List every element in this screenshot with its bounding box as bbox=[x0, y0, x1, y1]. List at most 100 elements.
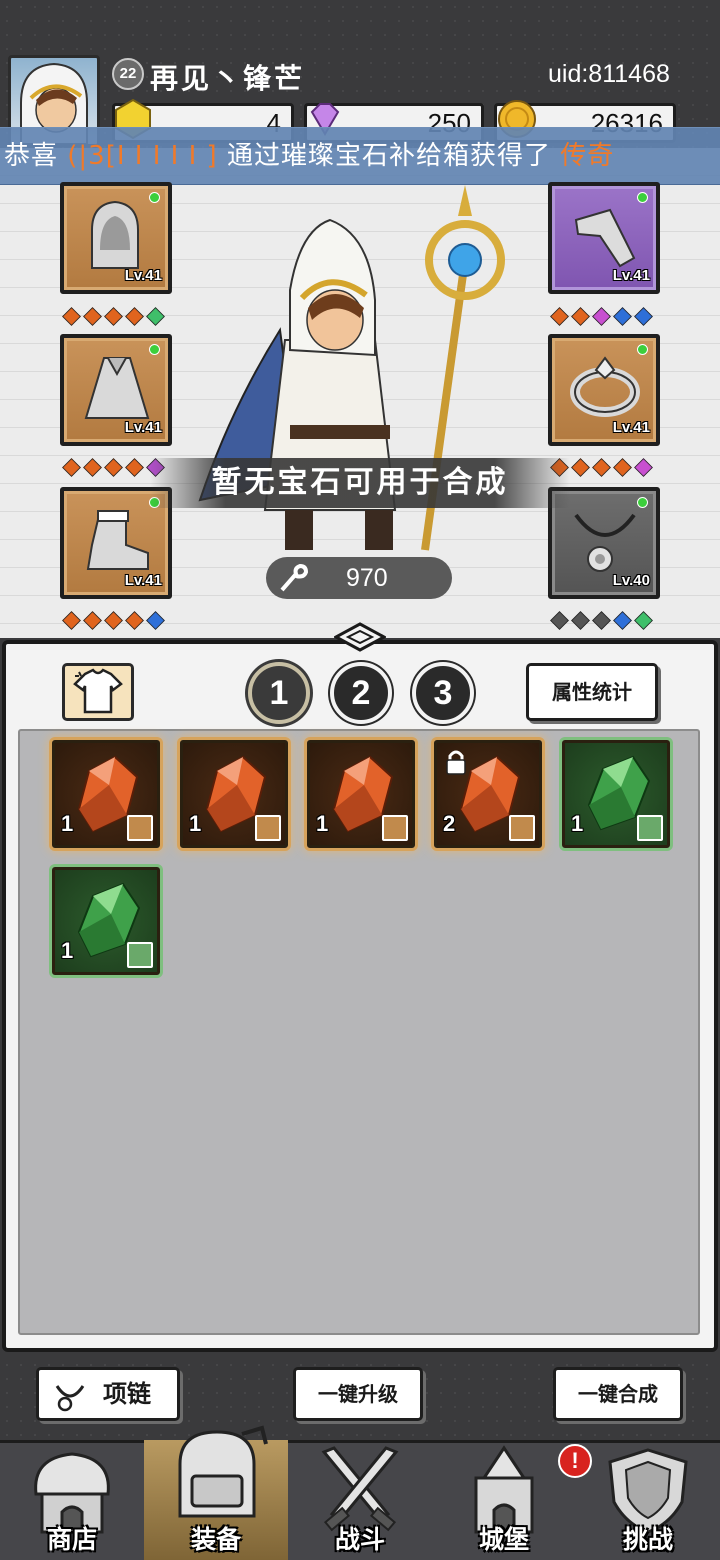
gem-socket bbox=[613, 458, 632, 477]
player-uid: uid:811468 bbox=[548, 60, 670, 88]
shirt-icon bbox=[73, 668, 123, 714]
nav-shop-label: 商店 bbox=[46, 1525, 97, 1554]
gem-socket bbox=[62, 307, 81, 326]
gem-socket bbox=[634, 458, 653, 477]
outfit-toggle-button[interactable] bbox=[62, 663, 134, 721]
gem-socket bbox=[104, 458, 123, 477]
gem-socket bbox=[550, 611, 569, 630]
equip-slot-ring[interactable]: Lv.41 bbox=[548, 334, 660, 446]
slot-level: Lv.41 bbox=[124, 419, 162, 436]
nav-battle-label: 战斗 bbox=[334, 1525, 385, 1554]
combat-power-display: 970 bbox=[266, 557, 452, 599]
nav-equipment[interactable]: 装备 bbox=[144, 1425, 288, 1560]
gem-socket bbox=[146, 611, 165, 630]
merge-all-button[interactable]: 一键合成 bbox=[553, 1367, 683, 1421]
gem-socket bbox=[125, 611, 144, 630]
equip-slot-hood[interactable]: Lv.41 bbox=[60, 182, 172, 294]
gem-quantity: 1 bbox=[316, 811, 329, 836]
power-icon bbox=[280, 564, 308, 592]
necklace-tag-icon bbox=[127, 815, 153, 841]
gem-socket bbox=[125, 458, 144, 477]
player-name: 再见丶锋芒 bbox=[150, 62, 306, 95]
gem-sockets-cape bbox=[62, 458, 165, 479]
gem-socket bbox=[104, 611, 123, 630]
gem-socket bbox=[83, 458, 102, 477]
castle-alert-badge: ! bbox=[558, 1444, 592, 1478]
slot-level: Lv.40 bbox=[612, 572, 650, 589]
gem-socket bbox=[125, 307, 144, 326]
notice-reward-text: 传奇 bbox=[560, 141, 615, 171]
nav-challenge-label: 挑战 bbox=[622, 1525, 673, 1554]
gem-socket bbox=[146, 307, 165, 326]
bracer-icon bbox=[574, 208, 636, 268]
nav-castle[interactable]: 城堡 bbox=[432, 1440, 576, 1560]
gem-card-orange[interactable]: 1 bbox=[307, 740, 415, 848]
gem-socket bbox=[550, 307, 569, 326]
slot-status-dot bbox=[637, 344, 648, 355]
slot-level: Lv.41 bbox=[612, 267, 650, 284]
lock-icon bbox=[446, 750, 466, 775]
necklace-icon bbox=[55, 1385, 85, 1412]
slot-level: Lv.41 bbox=[124, 267, 162, 284]
slot-level: Lv.41 bbox=[124, 572, 162, 589]
gem-socket bbox=[592, 611, 611, 630]
necklace-icon bbox=[574, 513, 636, 572]
gem-sockets-boots bbox=[62, 611, 165, 632]
slot-status-dot bbox=[637, 192, 648, 203]
gem-socket bbox=[104, 307, 123, 326]
combat-power-value: 970 bbox=[346, 564, 388, 592]
gem-sockets-necklace bbox=[550, 611, 653, 632]
hero-character-icon bbox=[198, 185, 505, 551]
backpack-icon bbox=[178, 1425, 268, 1518]
notice-player-name: (|3[I I I I I ] bbox=[67, 141, 218, 171]
slot-status-dot bbox=[149, 192, 160, 203]
necklace-filter-label: 项链 bbox=[103, 1380, 151, 1408]
slot-status-dot bbox=[149, 344, 160, 355]
gem-sockets-bracer bbox=[550, 307, 653, 328]
boots-icon bbox=[86, 510, 149, 570]
player-level-badge: 22 bbox=[112, 58, 144, 90]
nav-battle[interactable]: 战斗 bbox=[288, 1440, 432, 1560]
gem-socket bbox=[83, 307, 102, 326]
gem-card-orange[interactable]: 1 bbox=[52, 740, 160, 848]
necklace-filter-button[interactable]: 项链 bbox=[36, 1367, 180, 1421]
gem-socket bbox=[613, 611, 632, 630]
gem-socket bbox=[571, 458, 590, 477]
necklace-tag-icon bbox=[382, 815, 408, 841]
panel-ornament-icon bbox=[334, 622, 386, 652]
ring-icon bbox=[570, 356, 640, 417]
attribute-stats-button[interactable]: 属性统计 bbox=[526, 663, 658, 721]
gem-card-green[interactable]: 1 bbox=[562, 740, 670, 848]
notice-middle-text: 通过璀璨宝石补给箱获得了 bbox=[226, 141, 551, 171]
broadcast-notice-bar: 恭喜 (|3[I I I I I ] 通过璀璨宝石补给箱获得了 传奇 bbox=[0, 127, 720, 185]
page-tab-2[interactable]: 2 bbox=[330, 662, 392, 724]
slot-status-dot bbox=[637, 497, 648, 508]
gem-quantity: 1 bbox=[189, 811, 202, 836]
nav-challenge[interactable]: 挑战 bbox=[576, 1440, 720, 1560]
necklace-tag-icon bbox=[509, 815, 535, 841]
gem-card-orange-locked[interactable]: 2 bbox=[434, 740, 542, 848]
gem-socket bbox=[634, 307, 653, 326]
upgrade-all-button[interactable]: 一键升级 bbox=[293, 1367, 423, 1421]
page-tab-3[interactable]: 3 bbox=[412, 662, 474, 724]
gem-socket bbox=[571, 611, 590, 630]
equip-slot-cape[interactable]: Lv.41 bbox=[60, 334, 172, 446]
gem-socket bbox=[62, 611, 81, 630]
gem-socket bbox=[613, 307, 632, 326]
gem-sockets-hood bbox=[62, 307, 165, 328]
notice-prefix: 恭喜 bbox=[4, 141, 59, 171]
equip-slot-bracer[interactable]: Lv.41 bbox=[548, 182, 660, 294]
slot-level: Lv.41 bbox=[612, 419, 650, 436]
gem-socket bbox=[634, 611, 653, 630]
necklace-tag-icon bbox=[255, 815, 281, 841]
gem-quantity: 1 bbox=[61, 811, 74, 836]
gem-quantity: 1 bbox=[571, 811, 584, 836]
cape-icon bbox=[84, 357, 150, 419]
gem-socket bbox=[592, 307, 611, 326]
gem-card-orange[interactable]: 1 bbox=[180, 740, 288, 848]
gem-card-green[interactable]: 1 bbox=[52, 867, 160, 975]
nav-equipment-label: 装备 bbox=[190, 1525, 241, 1554]
page-tab-1[interactable]: 1 bbox=[248, 662, 310, 724]
gem-socket bbox=[571, 307, 590, 326]
nav-shop[interactable]: 商店 bbox=[0, 1440, 144, 1560]
